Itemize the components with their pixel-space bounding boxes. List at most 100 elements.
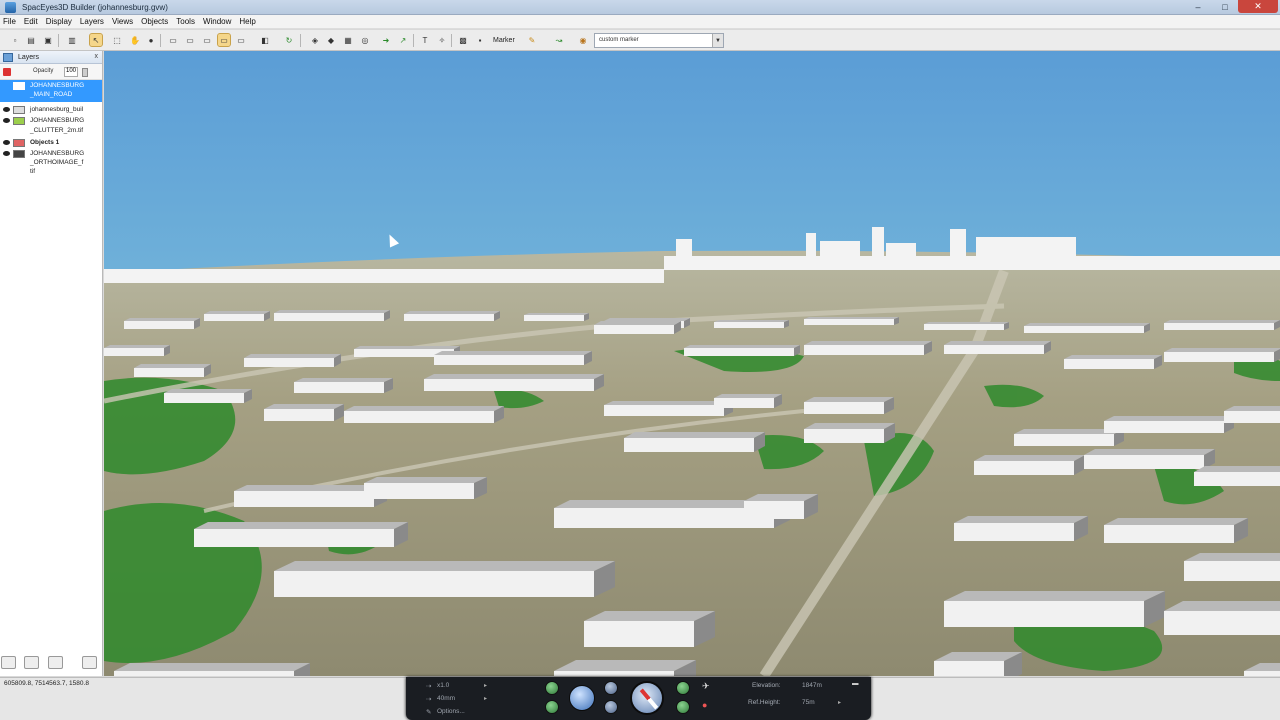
layer-item-main-road[interactable]: JOHANNESBURG _MAIN_ROAD (0, 80, 102, 102)
view5-icon[interactable]: ▭ (235, 34, 247, 46)
building-facade (804, 319, 894, 325)
layer4-icon[interactable]: ◎ (359, 34, 371, 46)
building-roof (624, 432, 765, 438)
pencil-icon[interactable]: ✎ (526, 34, 538, 46)
view4-icon[interactable]: ▭ (217, 33, 231, 47)
maximize-button[interactable]: □ (1212, 0, 1238, 13)
building-roof (1184, 553, 1280, 561)
path-icon[interactable]: ↝ (553, 34, 565, 46)
tilt-up-button[interactable] (545, 681, 559, 695)
focal-dropdown-icon[interactable]: ▸ (484, 695, 487, 702)
import-layer-icon[interactable] (24, 656, 39, 669)
menu-layers[interactable]: Layers (80, 17, 104, 26)
hand-icon[interactable]: ✋ (129, 34, 141, 46)
layer-item-clutter[interactable]: JOHANNESBURG _CLUTTER_2m.tif (0, 115, 102, 137)
menu-views[interactable]: Views (112, 17, 133, 26)
rectangle-select-icon[interactable]: ⬚ (111, 34, 123, 46)
options-link[interactable]: Options... (437, 708, 465, 715)
camera-icon[interactable]: ◧ (259, 34, 271, 46)
building-facade (1244, 671, 1280, 676)
layer-icon[interactable]: ◈ (309, 34, 321, 46)
menu-tools[interactable]: Tools (176, 17, 195, 26)
eye-icon[interactable] (3, 151, 10, 156)
delete-layer-icon[interactable] (82, 656, 97, 669)
save-icon[interactable]: ▣ (42, 34, 54, 46)
layer-item-objects[interactable]: Objects 1 (0, 137, 102, 148)
eye-icon[interactable] (3, 118, 10, 123)
tilt-down-button[interactable] (545, 700, 559, 714)
line-icon[interactable]: ↗ (397, 34, 409, 46)
building-facade (744, 501, 804, 519)
layer-name-line2: _ORTHOIMAGE_f (30, 159, 84, 166)
effect-icon[interactable]: ✧ (436, 34, 448, 46)
3d-scene[interactable] (104, 51, 1280, 676)
building-facade (684, 348, 794, 356)
eye-icon[interactable] (3, 140, 10, 145)
panel-close-icon[interactable]: ▬ (852, 680, 859, 687)
arrow-icon[interactable]: ➜ (380, 34, 392, 46)
menu-file[interactable]: File (3, 17, 16, 26)
layer-item-orthoimage[interactable]: JOHANNESBURG _ORTHOIMAGE_f tif (0, 148, 102, 178)
opacity-row: Opacity 100 (0, 64, 102, 80)
add-layer-icon[interactable] (1, 656, 16, 669)
view3-icon[interactable]: ▭ (201, 34, 213, 46)
menu-help[interactable]: Help (239, 17, 255, 26)
view2-icon[interactable]: ▭ (184, 34, 196, 46)
menu-objects[interactable]: Objects (141, 17, 168, 26)
close-button[interactable]: ✕ (1238, 0, 1278, 13)
rotate-right-button[interactable] (676, 700, 690, 714)
layer-item-buildings[interactable]: johannesburg_buil (0, 104, 102, 115)
building-facade (104, 348, 164, 356)
open-icon[interactable]: ▤ (25, 34, 37, 46)
refheight-stepper-icon[interactable]: ▸ (838, 699, 841, 706)
layer2-icon[interactable]: ◆ (325, 34, 337, 46)
focal-value[interactable]: 40mm (437, 695, 455, 702)
layer-delete-icon[interactable] (3, 68, 11, 76)
opacity-slider-icon[interactable] (82, 68, 88, 77)
menu-window[interactable]: Window (203, 17, 231, 26)
zoom-icon[interactable] (569, 685, 595, 711)
select-icon[interactable]: ↖ (89, 33, 103, 47)
refresh-icon[interactable]: ↻ (283, 34, 295, 46)
rotate-left-button[interactable] (676, 681, 690, 695)
marker-icon[interactable]: ◉ (577, 34, 589, 46)
print-icon[interactable]: ▥ (66, 34, 78, 46)
image-icon[interactable]: ▩ (457, 34, 469, 46)
building-facade (1084, 455, 1204, 469)
building-facade (714, 398, 774, 408)
layer-name-line2: _CLUTTER_2m.tif (30, 127, 84, 134)
eye-icon[interactable] (3, 107, 10, 112)
minimize-button[interactable]: – (1184, 0, 1212, 13)
building-roof (604, 401, 733, 405)
menu-edit[interactable]: Edit (24, 17, 38, 26)
layers-panel-header: Layers x (0, 51, 102, 64)
info-icon[interactable]: ● (145, 34, 157, 46)
objects-icon[interactable]: ▪ (474, 34, 486, 46)
menu-display[interactable]: Display (46, 17, 72, 26)
new-icon[interactable]: ▫ (9, 34, 21, 46)
view-icon[interactable]: ▭ (167, 34, 179, 46)
up-button[interactable] (604, 681, 618, 695)
elevation-label: Elevation: (752, 682, 781, 689)
walk-icon[interactable]: ✈ (702, 681, 710, 692)
3d-viewport[interactable] (104, 51, 1280, 676)
marker-select-value: custom marker (599, 37, 639, 43)
building-facade (804, 345, 924, 355)
opacity-input[interactable]: 100 (64, 67, 78, 77)
text-icon[interactable]: T (419, 34, 431, 46)
down-button[interactable] (604, 700, 618, 714)
elevation-value[interactable]: 1847m (802, 682, 822, 689)
compass-icon[interactable] (630, 681, 664, 715)
building-facade (234, 491, 374, 507)
marker-select[interactable]: custom marker ▼ (594, 33, 724, 48)
refheight-value[interactable]: 75m (802, 699, 815, 706)
record-icon[interactable]: ● (702, 700, 707, 710)
close-icon[interactable]: x (95, 53, 99, 60)
layer3-icon[interactable]: ▦ (342, 34, 354, 46)
speed-dropdown-icon[interactable]: ▸ (484, 682, 487, 689)
export-layer-icon[interactable] (48, 656, 63, 669)
building-roof (584, 611, 715, 621)
building-roof (194, 522, 408, 529)
speed-value[interactable]: x1.0 (437, 682, 449, 689)
chevron-down-icon[interactable]: ▼ (712, 34, 723, 47)
